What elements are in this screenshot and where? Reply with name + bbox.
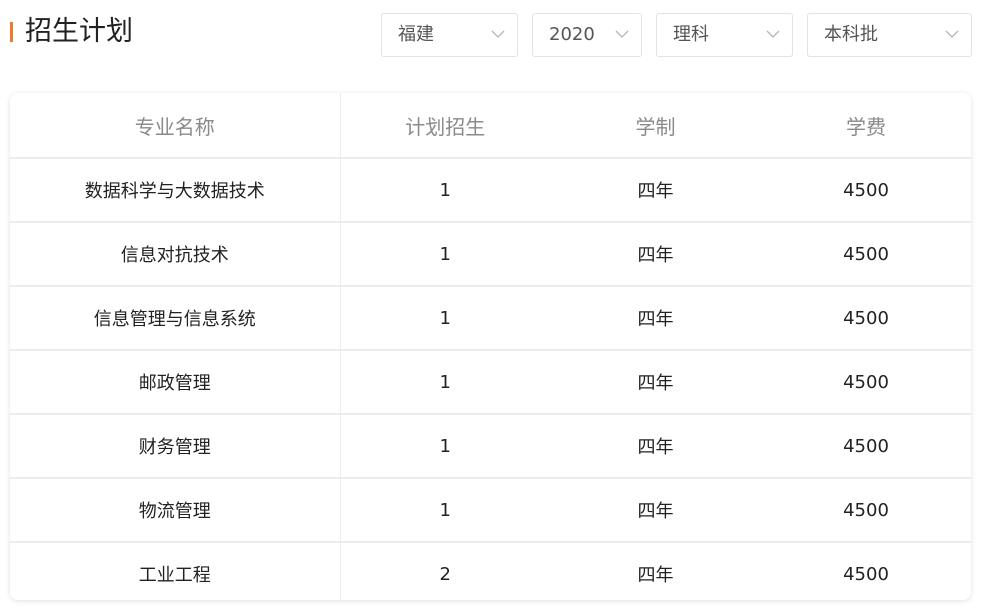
cell-tuition: 4500 — [761, 286, 971, 351]
title-accent-bar — [10, 22, 13, 42]
chevron-down-icon — [945, 30, 959, 38]
cell-duration: 四年 — [550, 350, 761, 415]
cell-major: 工业工程 — [10, 542, 341, 600]
chevron-down-icon — [766, 30, 780, 38]
cell-tuition: 4500 — [761, 478, 971, 543]
cell-major: 信息对抗技术 — [10, 222, 341, 287]
cell-tuition: 4500 — [761, 414, 971, 479]
year-select[interactable]: 2020 — [532, 13, 642, 57]
cell-duration: 四年 — [550, 286, 761, 351]
cell-plan-count: 1 — [340, 158, 550, 223]
cell-duration: 四年 — [637, 565, 674, 586]
cell-plan-count: 1 — [340, 414, 550, 479]
cell-major: 物流管理 — [10, 478, 341, 543]
cell-plan-count: 2 — [439, 563, 451, 585]
table-row: 物流管理 1 四年 4500 — [10, 478, 971, 543]
cell-major: 信息管理与信息系统 — [10, 286, 341, 351]
cell-plan-count: 1 — [340, 350, 550, 415]
cell-tuition: 4500 — [761, 222, 971, 287]
column-header-tuition: 学费 — [761, 93, 971, 159]
year-select-value: 2020 — [549, 24, 595, 45]
table-row: 工业工程 2 四年 4500 — [10, 542, 971, 600]
table-row: 信息对抗技术 1 四年 4500 — [10, 222, 971, 287]
enrollment-plan-table-card: 专业名称 计划招生 学制 学费 数据科学与大数据技术 1 四年 4500 信息对… — [10, 93, 971, 600]
subject-select-value: 理科 — [673, 24, 709, 45]
enrollment-plan-table: 专业名称 计划招生 学制 学费 数据科学与大数据技术 1 四年 4500 信息对… — [10, 93, 971, 600]
cell-duration: 四年 — [550, 414, 761, 479]
province-select[interactable]: 福建 — [381, 13, 518, 57]
page-title: 招生计划 — [25, 16, 133, 47]
cell-major: 邮政管理 — [10, 350, 341, 415]
table-row: 邮政管理 1 四年 4500 — [10, 350, 971, 415]
cell-tuition: 4500 — [761, 350, 971, 415]
page-header: 招生计划 福建 2020 理科 本科批 — [0, 0, 983, 70]
cell-tuition: 4500 — [843, 563, 889, 585]
batch-select[interactable]: 本科批 — [807, 13, 972, 57]
table-row: 数据科学与大数据技术 1 四年 4500 — [10, 158, 971, 223]
cell-major: 数据科学与大数据技术 — [10, 158, 341, 223]
cell-duration: 四年 — [550, 478, 761, 543]
cell-plan-count: 1 — [340, 222, 550, 287]
column-header-major: 专业名称 — [10, 93, 341, 159]
chevron-down-icon — [615, 30, 629, 38]
cell-plan-count: 1 — [340, 478, 550, 543]
table-row: 信息管理与信息系统 1 四年 4500 — [10, 286, 971, 351]
chevron-down-icon — [491, 30, 505, 38]
cell-plan-count: 1 — [340, 286, 550, 351]
cell-duration: 四年 — [550, 222, 761, 287]
province-select-value: 福建 — [398, 24, 434, 45]
table-row: 财务管理 1 四年 4500 — [10, 414, 971, 479]
table-header-row: 专业名称 计划招生 学制 学费 — [10, 93, 971, 159]
column-header-plan-count: 计划招生 — [340, 93, 550, 159]
column-header-duration: 学制 — [550, 93, 761, 159]
cell-duration: 四年 — [550, 158, 761, 223]
subject-select[interactable]: 理科 — [656, 13, 793, 57]
cell-tuition: 4500 — [761, 158, 971, 223]
cell-major: 财务管理 — [10, 414, 341, 479]
batch-select-value: 本科批 — [824, 24, 878, 45]
